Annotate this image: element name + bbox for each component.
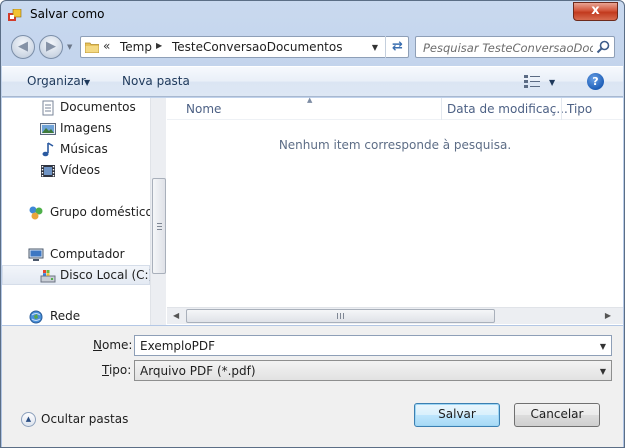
grip-icon [337, 313, 344, 319]
filetype-label: Tipo: [102, 363, 131, 377]
sidebar-item-videos[interactable]: Vídeos [2, 161, 150, 181]
save-form-area: Nome: ExemploPDF ▼ Tipo: Arquivo PDF (*.… [2, 326, 623, 447]
refresh-icon: ⇄ [392, 39, 403, 54]
forward-button[interactable]: ▶ [39, 35, 63, 59]
sidebar-item-disco-local[interactable]: Disco Local (C:) [2, 265, 154, 285]
sidebar-item-label: Vídeos [60, 163, 101, 177]
save-as-dialog: Salvar como x ◀ ▶ ▼ « Temp ▶ TesteConver… [0, 0, 625, 448]
filetype-label-accesskey: T [102, 363, 109, 377]
videos-icon [41, 165, 55, 177]
filename-input[interactable]: ExemploPDF [140, 339, 215, 353]
sidebar-item-imagens[interactable]: Imagens [2, 119, 150, 139]
window-title: Salvar como [30, 7, 105, 21]
filetype-label-text: ipo: [108, 363, 132, 377]
horizontal-scrollbar[interactable]: ◀ ▶ [167, 307, 623, 324]
save-button[interactable]: Salvar [414, 403, 500, 427]
filetype-select[interactable]: Arquivo PDF (*.pdf) ▼ [134, 360, 612, 381]
file-list-pane[interactable]: ▲ Nome Data de modificaç... Tipo Nenhum … [167, 96, 623, 325]
sidebar-item-musicas[interactable]: Músicas [2, 140, 150, 160]
view-options-icon[interactable] [524, 75, 540, 88]
column-header-tipo[interactable]: Tipo [567, 102, 592, 116]
network-icon [29, 310, 43, 324]
sidebar-item-label: Grupo doméstico [50, 205, 153, 219]
command-toolbar: Organizar ▼ Nova pasta ▼ ? [2, 66, 623, 97]
breadcrumb-separator-icon[interactable]: ▶ [156, 41, 162, 50]
music-icon [42, 142, 54, 157]
computer-icon [28, 248, 44, 261]
view-dropdown-icon[interactable]: ▼ [549, 78, 555, 87]
homegroup-icon [29, 206, 43, 220]
horizontal-scrollbar-thumb[interactable] [186, 309, 495, 323]
sidebar-item-label: Rede [50, 309, 81, 323]
search-box[interactable]: Pesquisar TesteConversaoDoc... [415, 36, 615, 58]
chevron-up-icon: ▲ [21, 412, 36, 427]
column-header-row: ▲ Nome Data de modificaç... Tipo [167, 96, 623, 120]
app-icon [8, 9, 22, 21]
sidebar-item-label: Imagens [60, 121, 112, 135]
hide-folders-label: Ocultar pastas [41, 412, 129, 426]
column-divider[interactable] [561, 98, 562, 120]
navigation-scrollbar-thumb[interactable] [152, 178, 166, 274]
organize-menu-button[interactable]: Organizar [27, 74, 86, 88]
sidebar-item-label: Documentos [60, 100, 136, 114]
navigation-pane: Documentos Imagens Músicas Vídeos Grupo … [2, 98, 166, 325]
sidebar-item-label: Disco Local (C:) [60, 268, 154, 282]
new-folder-button[interactable]: Nova pasta [122, 74, 190, 88]
pictures-icon [40, 123, 56, 135]
title-bar[interactable]: Salvar como x [1, 1, 624, 29]
chevron-down-icon[interactable]: ▼ [600, 367, 606, 376]
filename-label-accesskey: N [93, 338, 102, 352]
column-divider[interactable] [441, 98, 442, 120]
filename-field[interactable]: ExemploPDF ▼ [134, 335, 612, 356]
scroll-right-icon[interactable]: ▶ [605, 311, 611, 320]
search-icon[interactable] [596, 40, 610, 54]
sidebar-item-computador[interactable]: Computador [2, 245, 150, 265]
scroll-left-icon[interactable]: ◀ [173, 311, 179, 320]
navigation-scrollbar[interactable] [150, 98, 166, 325]
sidebar-item-label: Computador [50, 247, 125, 261]
cancel-button[interactable]: Cancelar [514, 403, 600, 427]
recent-locations-dropdown[interactable]: ▼ [67, 44, 76, 51]
search-input[interactable]: Pesquisar TesteConversaoDoc... [423, 41, 593, 55]
column-header-nome[interactable]: Nome [186, 102, 221, 116]
address-overflow-chevron[interactable]: « [103, 39, 110, 53]
sidebar-item-rede[interactable]: Rede [2, 307, 150, 327]
filename-label-text: ome: [101, 338, 133, 352]
empty-results-message: Nenhum item corresponde à pesquisa. [278, 138, 512, 152]
arrow-left-icon: ◀ [18, 39, 28, 54]
address-dropdown-icon[interactable]: ▼ [372, 43, 378, 52]
sort-ascending-icon: ▲ [307, 96, 313, 104]
chevron-down-icon[interactable]: ▼ [84, 78, 90, 87]
back-button[interactable]: ◀ [11, 35, 35, 59]
address-bar[interactable]: « Temp ▶ TesteConversaoDocumentos ▼ [80, 36, 409, 58]
chevron-down-icon[interactable]: ▼ [600, 342, 606, 351]
local-disk-icon [40, 270, 56, 283]
close-button[interactable]: x [573, 2, 618, 21]
breadcrumb-teste-conversao-documentos[interactable]: TesteConversaoDocumentos [172, 40, 342, 54]
browser-panes: Documentos Imagens Músicas Vídeos Grupo … [2, 96, 623, 325]
help-button[interactable]: ? [587, 73, 604, 90]
breadcrumb-temp[interactable]: Temp [120, 40, 152, 54]
refresh-button[interactable]: ⇄ [385, 36, 409, 58]
filetype-value[interactable]: Arquivo PDF (*.pdf) [140, 364, 256, 378]
sidebar-item-label: Músicas [60, 142, 108, 156]
arrow-right-icon: ▶ [46, 39, 56, 54]
documents-icon [42, 100, 54, 116]
sidebar-item-grupo-domestico[interactable]: Grupo doméstico [2, 203, 153, 223]
folder-icon [85, 42, 99, 53]
sidebar-item-documentos[interactable]: Documentos [2, 98, 150, 118]
grip-icon [157, 223, 162, 230]
filename-label: Nome: [93, 338, 132, 352]
column-header-data-modificacao[interactable]: Data de modificaç... [447, 102, 568, 116]
